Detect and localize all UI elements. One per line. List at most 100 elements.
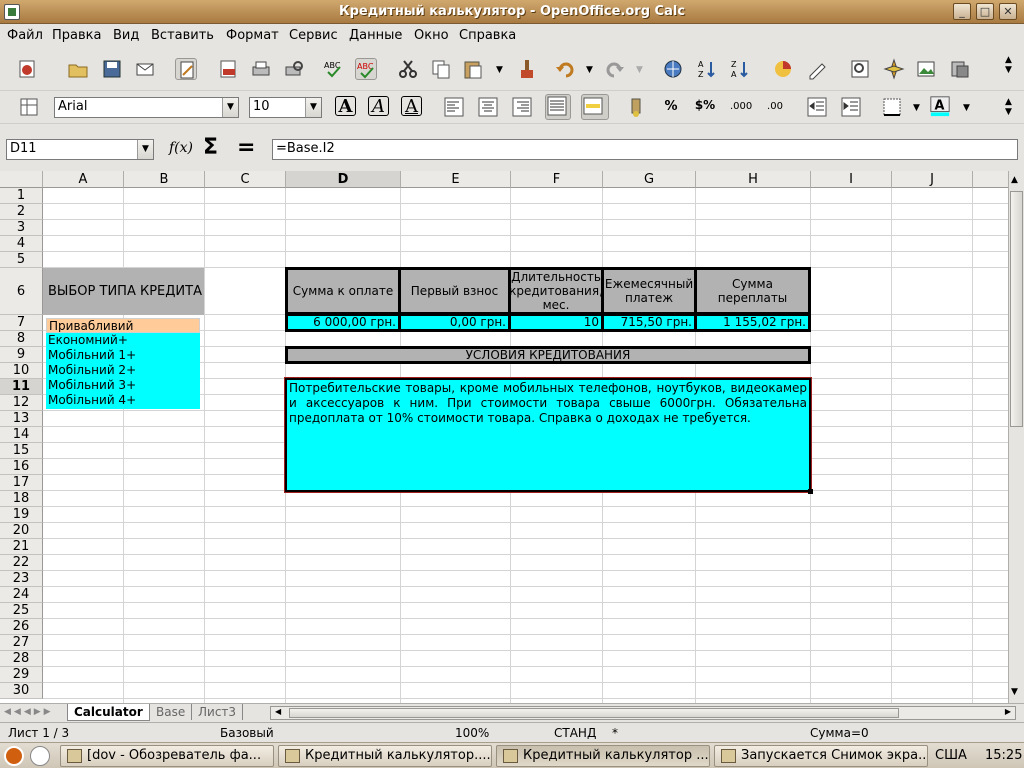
currency-format-icon[interactable] (626, 96, 648, 118)
font-name-dropdown-icon[interactable]: ▼ (222, 98, 238, 117)
print-preview-icon[interactable] (283, 58, 305, 80)
align-right-icon[interactable] (511, 96, 533, 118)
keyboard-layout[interactable]: США (935, 748, 967, 763)
scroll-down-icon[interactable]: ▼ (1011, 687, 1018, 697)
row-header[interactable]: 9 (0, 347, 43, 363)
row-header[interactable]: 6 (0, 268, 43, 315)
merge-cells-icon[interactable] (581, 94, 609, 120)
sort-ascending-icon[interactable]: AZ (696, 58, 718, 80)
menu-insert[interactable]: Вставить (151, 28, 214, 43)
row-header[interactable]: 12 (0, 395, 43, 411)
value-overpay[interactable]: 1 155,02 грн. (694, 313, 811, 332)
minimize-button[interactable]: _ (953, 3, 971, 20)
credit-type-item[interactable]: Мобільний 3+ (46, 378, 200, 393)
row-header[interactable]: 18 (0, 491, 43, 507)
add-decimal-icon[interactable]: .000 (730, 96, 752, 118)
menu-format[interactable]: Формат (226, 28, 279, 43)
formula-input[interactable]: =Base.I2 (272, 139, 1018, 160)
menu-view[interactable]: Вид (113, 28, 139, 43)
function-wizard-icon[interactable]: f(x) (169, 140, 193, 156)
scroll-up-icon[interactable]: ▲ (1011, 175, 1018, 185)
credit-type-item[interactable]: Мобільний 1+ (46, 348, 200, 363)
value-down-payment[interactable]: 0,00 грн. (398, 313, 511, 332)
menu-file[interactable]: Файл (7, 28, 43, 43)
increase-indent-icon[interactable] (840, 96, 862, 118)
row-header[interactable]: 15 (0, 443, 43, 459)
font-name-input[interactable]: Arial (54, 97, 239, 118)
value-duration[interactable]: 10 (508, 313, 604, 332)
row-header[interactable]: 2 (0, 204, 43, 220)
scroll-thumb[interactable] (1010, 191, 1023, 427)
format-paintbrush-icon[interactable] (516, 58, 538, 80)
borders-icon[interactable] (881, 96, 903, 118)
email-icon[interactable] (134, 58, 156, 80)
percent-format-icon[interactable]: % (660, 96, 682, 118)
clock[interactable]: 15:25 (985, 748, 1022, 763)
name-box-dropdown-icon[interactable]: ▼ (137, 140, 153, 159)
row-header-selected[interactable]: 11 (0, 379, 43, 395)
row-header[interactable]: 25 (0, 603, 43, 619)
chart-icon[interactable] (772, 58, 794, 80)
drawing-functions-icon[interactable] (806, 58, 828, 80)
selection-handle[interactable] (808, 489, 813, 494)
column-header[interactable]: H (696, 171, 811, 188)
sheet-nav-icons[interactable]: ◀◀◀▶▶ (4, 707, 54, 717)
column-header-selected[interactable]: D (286, 171, 401, 188)
row-header[interactable]: 21 (0, 539, 43, 555)
paste-dropdown-icon[interactable]: ▼ (496, 65, 503, 75)
column-header[interactable]: G (603, 171, 696, 188)
borders-dropdown-icon[interactable]: ▼ (913, 103, 920, 113)
task-screenshot[interactable]: Запускается Снимок экра... (714, 745, 928, 767)
row-header[interactable]: 26 (0, 619, 43, 635)
row-header[interactable]: 1 (0, 188, 43, 204)
gallery-icon[interactable] (915, 58, 937, 80)
scroll-left-icon[interactable]: ◀ (275, 707, 281, 716)
toolbar2-overflow-icon[interactable]: ▲ ▼ (1005, 97, 1012, 117)
underline-icon[interactable]: A (401, 96, 422, 117)
row-header[interactable]: 27 (0, 635, 43, 651)
paste-icon[interactable] (462, 58, 484, 80)
column-header[interactable]: C (205, 171, 286, 188)
font-size-dropdown-icon[interactable]: ▼ (305, 98, 321, 117)
row-header[interactable]: 23 (0, 571, 43, 587)
menu-window[interactable]: Окно (414, 28, 449, 43)
italic-icon[interactable]: A (368, 96, 389, 117)
sheet-tab[interactable]: Лист3 (192, 704, 244, 720)
credit-type-item[interactable]: Економний+ (46, 333, 200, 348)
open-folder-icon[interactable] (67, 58, 89, 80)
autospellcheck-icon[interactable]: ABC (355, 58, 377, 80)
conditions-text[interactable]: Потребительские товары, кроме мобильных … (284, 377, 812, 493)
find-replace-icon[interactable] (849, 58, 871, 80)
cut-icon[interactable] (397, 58, 419, 80)
row-header[interactable]: 19 (0, 507, 43, 523)
credit-type-item[interactable]: Мобільний 4+ (46, 393, 200, 409)
column-header[interactable]: I (811, 171, 892, 188)
styles-icon[interactable] (18, 96, 40, 118)
align-left-icon[interactable] (443, 96, 465, 118)
row-header[interactable]: 17 (0, 475, 43, 491)
navigator-icon[interactable] (883, 58, 905, 80)
row-header[interactable]: 5 (0, 252, 43, 268)
menu-edit[interactable]: Правка (52, 28, 101, 43)
edit-mode-icon[interactable] (175, 58, 197, 80)
row-header[interactable]: 14 (0, 427, 43, 443)
menu-data[interactable]: Данные (349, 28, 402, 43)
align-center-icon[interactable] (477, 96, 499, 118)
row-header[interactable]: 16 (0, 459, 43, 475)
sheet-tab-active[interactable]: Calculator (67, 704, 150, 721)
font-color-dropdown-icon[interactable]: ▼ (963, 103, 970, 113)
redo-dropdown-icon[interactable]: ▼ (636, 65, 643, 75)
row-header[interactable]: 28 (0, 651, 43, 667)
new-document-icon[interactable] (16, 58, 38, 80)
undo-dropdown-icon[interactable]: ▼ (586, 65, 593, 75)
spellcheck-icon[interactable]: ABC (323, 58, 345, 80)
status-zoom[interactable]: 100% (455, 726, 489, 740)
h-scroll-thumb[interactable] (289, 708, 899, 718)
toolbar-overflow-icon[interactable]: ▲ ▼ (1005, 55, 1012, 75)
task-calc-active[interactable]: Кредитный калькулятор ... (496, 745, 710, 767)
row-header[interactable]: 8 (0, 331, 43, 347)
value-monthly[interactable]: 715,50 грн. (601, 313, 697, 332)
font-color-icon[interactable]: A (929, 95, 953, 119)
task-file-browser[interactable]: [dov - Обозреватель фа... (60, 745, 274, 767)
column-header[interactable]: F (511, 171, 603, 188)
